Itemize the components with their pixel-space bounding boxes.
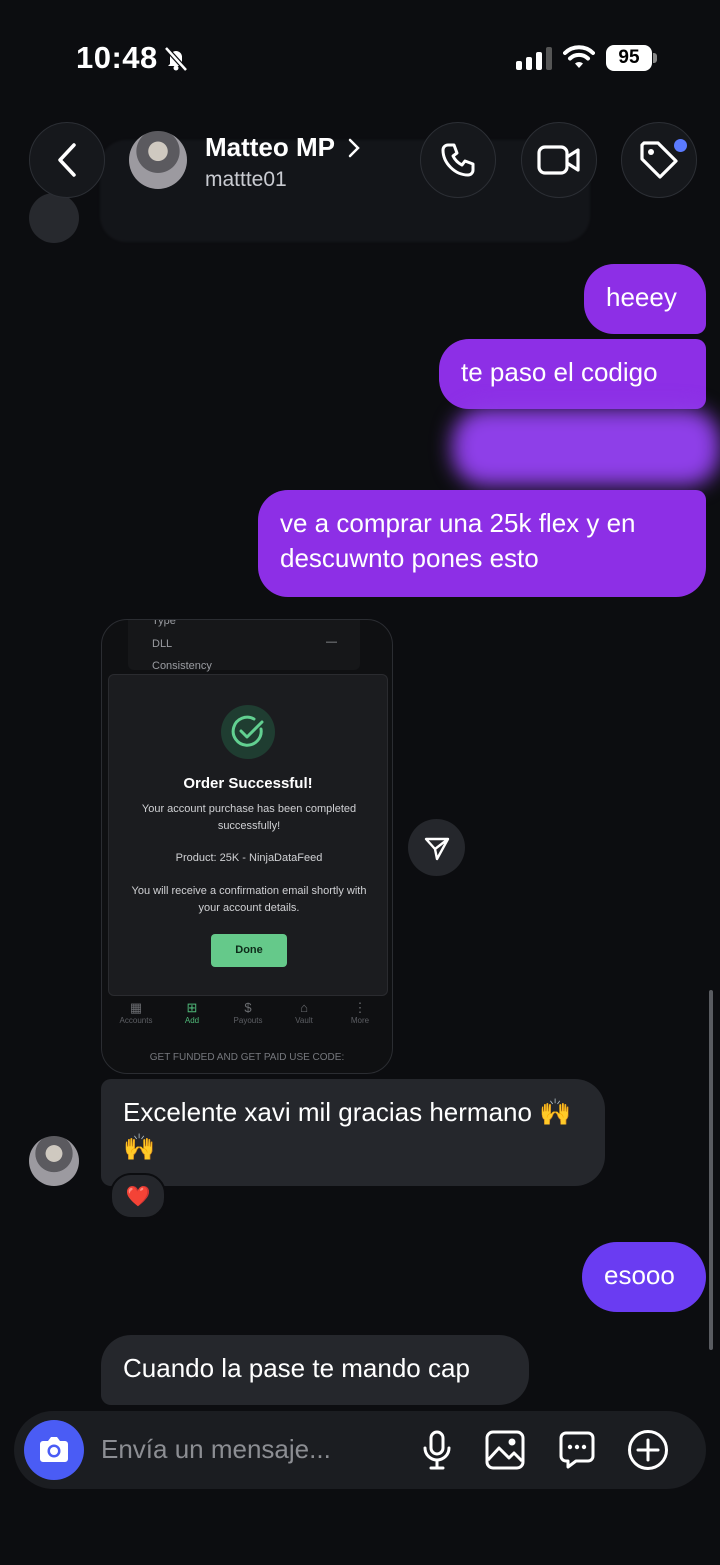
modal-title: Order Successful! (183, 775, 313, 792)
plus-circle-icon (628, 1430, 668, 1470)
cellular-signal-icon (516, 46, 552, 70)
message-input[interactable]: Envía un mensaje... (101, 1434, 331, 1465)
faded-avatar (29, 193, 79, 243)
add-button[interactable] (626, 1428, 670, 1472)
grid-icon: ▦ (129, 1000, 143, 1015)
video-call-button[interactable] (521, 122, 597, 198)
microphone-icon (423, 1430, 451, 1470)
battery-tip (653, 53, 657, 63)
gallery-button[interactable] (483, 1428, 527, 1472)
microphone-button[interactable] (415, 1428, 459, 1472)
stickers-button[interactable] (555, 1428, 599, 1472)
modal-text: Your account purchase has been completed… (141, 803, 357, 832)
tab-add: ⊞ Add (167, 1000, 217, 1040)
chat-bubble-icon (559, 1431, 595, 1469)
dollar-icon: $ (244, 1000, 252, 1015)
scrollbar[interactable] (709, 990, 713, 1350)
more-icon: ⋮ (353, 1000, 367, 1015)
check-circle-icon (221, 705, 275, 759)
battery-level: 95 (606, 45, 652, 71)
phone-icon (441, 143, 475, 177)
tab-vault: ⌂ Vault (279, 1000, 329, 1040)
outgoing-message[interactable]: heeey (584, 264, 706, 334)
screenshot-row-label: Type (152, 619, 176, 627)
audio-call-button[interactable] (420, 122, 496, 198)
incoming-message[interactable]: Cuando la pase te mando cap (101, 1335, 529, 1405)
tag-button[interactable] (621, 122, 697, 198)
contact-avatar[interactable] (129, 131, 187, 189)
back-button[interactable] (29, 122, 105, 198)
order-success-modal: Order Successful! Your account purchase … (108, 674, 388, 996)
lock-icon: ⌂ (300, 1000, 308, 1015)
bell-muted-icon (164, 46, 188, 72)
heart-reaction[interactable]: ❤️ (110, 1173, 166, 1219)
screenshot-row-value: — (326, 636, 337, 648)
outgoing-message[interactable]: esooo (582, 1242, 706, 1312)
screenshot-row-label: DLL (152, 638, 173, 650)
tab-payouts: $ Payouts (223, 1000, 273, 1040)
tab-accounts: ▦ Accounts (111, 1000, 161, 1040)
modal-text: Product: 25K - NinjaDataFeed (175, 852, 323, 864)
contact-avatar-small[interactable] (29, 1136, 79, 1186)
screenshot-tab-bar: ▦ Accounts ⊞ Add $ Payouts ⌂ Vault ⋮ More (108, 1000, 388, 1040)
blurred-code-message[interactable] (452, 408, 720, 486)
promo-text: GET FUNDED AND GET PAID USE CODE: (149, 1052, 345, 1063)
contact-username: mattte01 (205, 168, 287, 191)
modal-text: You will receive a confirmation email sh… (131, 885, 367, 914)
notification-dot (674, 139, 687, 152)
tab-more: ⋮ More (335, 1000, 385, 1040)
contact-name[interactable]: Matteo MP (205, 132, 335, 163)
outgoing-message[interactable]: ve a comprar una 25k flex y en descuwnto… (258, 490, 706, 597)
share-button[interactable] (408, 819, 465, 876)
screenshot-row-label: Consistency (152, 660, 212, 672)
plus-icon: ⊞ (186, 1000, 198, 1015)
chevron-right-icon[interactable] (347, 138, 361, 158)
status-time: 10:48 (76, 40, 158, 75)
done-button: Done (211, 934, 287, 967)
wifi-icon (563, 45, 595, 68)
incoming-message[interactable]: Excelente xavi mil gracias hermano 🙌🙌 (101, 1079, 605, 1186)
shared-screenshot-image[interactable]: Type DLL — Consistency Order Successful!… (101, 619, 393, 1074)
outgoing-message[interactable]: te paso el codigo (439, 339, 706, 409)
camera-button[interactable] (24, 1420, 84, 1480)
chevron-left-icon (58, 143, 76, 177)
camera-icon (40, 1437, 68, 1462)
image-icon (485, 1430, 525, 1470)
send-icon (424, 837, 449, 860)
video-camera-icon (537, 145, 580, 175)
